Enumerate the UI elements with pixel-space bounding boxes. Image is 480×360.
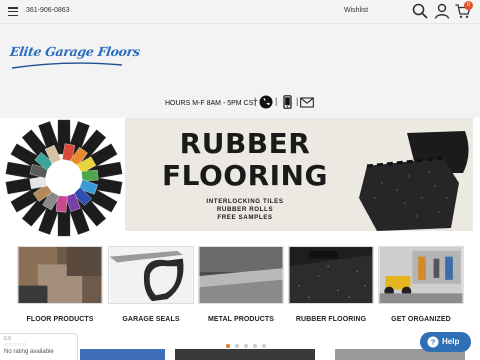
metal-products-image <box>198 246 284 304</box>
chat-bubble-icon: ? <box>427 336 439 348</box>
garage-seals-image <box>108 246 194 304</box>
carousel-dot[interactable] <box>253 344 257 348</box>
banner-title-line2: FLOORING <box>162 159 328 192</box>
carousel-dot[interactable] <box>235 344 239 348</box>
rubber-swatch-fan-image <box>5 118 123 238</box>
next-section-preview <box>80 349 465 360</box>
reviews-text: No rating available <box>4 349 54 355</box>
category-label[interactable]: METAL PRODUCTS <box>198 316 284 323</box>
help-button[interactable]: ? Help <box>420 332 471 352</box>
banner-sub-line: RUBBER ROLLS <box>216 206 274 213</box>
banner-sub-line: INTERLOCKING TILES <box>206 198 284 205</box>
rubber-tile-image <box>359 131 469 231</box>
category-label[interactable]: GET ORGANIZED <box>378 316 464 323</box>
banner-title-line1: RUBBER <box>179 127 311 160</box>
category-floor-products[interactable]: FLOOR PRODUCTS <box>17 246 103 323</box>
menu-icon[interactable] <box>8 7 18 17</box>
carousel-dot[interactable] <box>262 344 266 348</box>
category-label[interactable]: RUBBER FLOORING <box>288 316 374 323</box>
floor-products-image <box>17 246 103 304</box>
top-bar: 361-906-0863 Wishlist 0 <box>0 0 480 24</box>
carousel-dot[interactable] <box>226 344 230 348</box>
site-logo[interactable]: Elite Garage Floors <box>9 44 141 59</box>
carousel-dots <box>226 344 266 348</box>
category-rubber-flooring[interactable]: RUBBER FLOORING <box>288 246 374 323</box>
category-metal-products[interactable]: METAL PRODUCTS <box>198 246 284 323</box>
divider: | <box>275 96 278 106</box>
category-garage-seals[interactable]: GARAGE SEALS <box>108 246 194 323</box>
svg-text:?: ? <box>431 338 436 347</box>
category-grid: FLOOR PRODUCTS GARAGE SEALS METAL PRODUC… <box>0 246 480 326</box>
rubber-flooring-banner[interactable]: RUBBER FLOORING INTERLOCKING TILES RUBBE… <box>125 118 473 231</box>
divider: | <box>296 96 299 106</box>
mobile-phone-icon[interactable] <box>281 95 295 109</box>
divider: | <box>254 96 257 106</box>
hero-carousel[interactable]: RUBBER FLOORING INTERLOCKING TILES RUBBE… <box>0 118 480 348</box>
phone-number-link[interactable]: 361-906-0863 <box>26 7 70 14</box>
banner-sub-line: FREE SAMPLES <box>217 214 273 221</box>
banner-title: RUBBER FLOORING <box>125 128 365 192</box>
cart-count-badge: 0 <box>464 1 473 10</box>
help-label: Help <box>442 337 460 346</box>
user-icon[interactable] <box>434 3 450 19</box>
category-label[interactable]: FLOOR PRODUCTS <box>17 316 103 323</box>
site-header: Elite Garage Floors HOURS M-F 8AM - 5PM … <box>0 24 480 118</box>
wishlist-link[interactable]: Wishlist <box>344 7 368 14</box>
category-label[interactable]: GARAGE SEALS <box>108 316 194 323</box>
logo-swoosh-icon <box>12 62 122 69</box>
search-icon[interactable] <box>412 3 428 19</box>
category-get-organized[interactable]: GET ORGANIZED <box>378 246 464 323</box>
carousel-dot[interactable] <box>244 344 248 348</box>
reviews-widget[interactable]: 0.0 ☆☆☆☆☆ No rating available <box>0 333 78 360</box>
rating-stars-icon: ☆☆☆☆☆ <box>4 342 27 348</box>
get-organized-image <box>378 246 464 304</box>
banner-subtitle: INTERLOCKING TILES RUBBER ROLLS FREE SAM… <box>125 198 365 222</box>
email-icon[interactable] <box>300 95 314 109</box>
rubber-flooring-image <box>288 246 374 304</box>
business-hours: HOURS M-F 8AM - 5PM CST <box>165 100 258 107</box>
phone-call-icon[interactable] <box>259 95 273 109</box>
